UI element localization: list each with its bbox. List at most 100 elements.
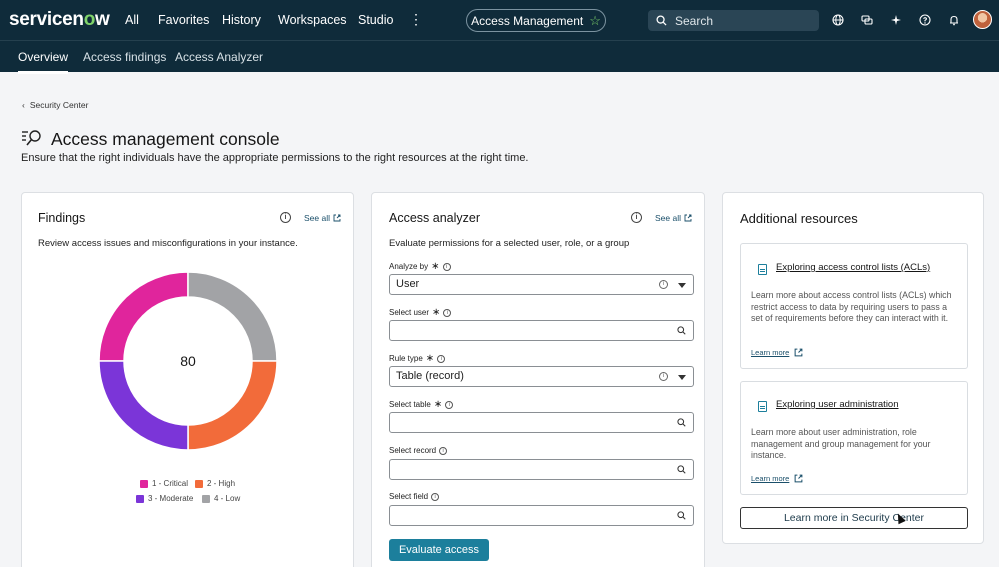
select-table-label-text: Select table	[389, 400, 431, 409]
info-icon[interactable]: i	[442, 262, 451, 271]
rule-type-select[interactable]: Table (record) i	[389, 366, 694, 387]
donut-center-total: 80	[180, 353, 196, 369]
global-search[interactable]: Search	[648, 10, 819, 31]
legend-item-moderate[interactable]: 3 - Moderate	[136, 494, 193, 503]
rule-type-label-text: Rule type	[389, 354, 423, 363]
info-icon[interactable]: i	[659, 280, 668, 289]
analyzer-see-all-link[interactable]: See all	[655, 213, 692, 223]
tab-access-analyzer[interactable]: Access Analyzer	[175, 50, 263, 64]
legend-item-high[interactable]: 2 - High	[195, 479, 235, 488]
analyze-by-select[interactable]: User i	[389, 274, 694, 295]
app-scope-label: Access Management	[471, 13, 584, 28]
app-scope-pill[interactable]: Access Management ☆	[466, 9, 606, 32]
breadcrumb[interactable]: ‹ Security Center	[22, 100, 88, 110]
page-subtitle: Ensure that the right individuals have t…	[21, 152, 529, 164]
learn-more-link-acl[interactable]: Learn more	[751, 348, 803, 357]
search-placeholder: Search	[675, 13, 714, 28]
search-icon[interactable]	[677, 418, 686, 427]
donut-slice-1-critical[interactable]	[98, 271, 189, 362]
legend-label-high: 2 - High	[207, 479, 236, 488]
findings-see-all-link[interactable]: See all	[304, 213, 341, 223]
chat-icon[interactable]	[859, 12, 875, 28]
analyze-by-value: User	[396, 278, 420, 290]
select-record-label-text: Select record	[389, 446, 437, 455]
donut-slice-2-high[interactable]	[187, 360, 278, 451]
findings-title: Findings	[38, 211, 86, 225]
chevron-down-icon	[678, 375, 686, 380]
help-icon[interactable]	[917, 12, 933, 28]
learn-more-link-user-admin[interactable]: Learn more	[751, 474, 803, 483]
top-navigation: servicenow All Favorites History Workspa…	[0, 0, 999, 40]
nav-all[interactable]: All	[125, 13, 139, 27]
resources-title: Additional resources	[740, 211, 858, 226]
legend-swatch-moderate	[136, 494, 144, 503]
rule-type-label: Rule type ∗ i	[389, 353, 446, 364]
legend-swatch-low	[202, 494, 210, 503]
select-field-input[interactable]	[389, 505, 694, 526]
search-icon	[656, 15, 667, 26]
select-record-label: Select record i	[389, 446, 448, 455]
evaluate-access-button[interactable]: Evaluate access	[389, 539, 489, 561]
info-icon[interactable]: i	[443, 308, 452, 317]
search-icon[interactable]	[677, 326, 686, 335]
document-icon	[758, 401, 767, 412]
info-icon[interactable]: i	[280, 212, 291, 223]
breadcrumb-label: Security Center	[29, 100, 89, 110]
tab-overview[interactable]: Overview	[18, 50, 69, 74]
sparkle-icon[interactable]	[888, 12, 904, 28]
select-table-label: Select table ∗ i	[389, 399, 454, 410]
external-link-icon	[794, 348, 803, 357]
more-menu-icon[interactable]: ⋮	[409, 11, 423, 28]
select-user-label: Select user ∗ i	[389, 307, 452, 318]
chevron-down-icon	[678, 283, 686, 288]
learn-more-security-center-button[interactable]: Learn more in Security Center	[740, 507, 968, 529]
resource-link-user-admin[interactable]: Exploring user administration	[776, 399, 899, 410]
findings-description: Review access issues and misconfiguratio…	[38, 238, 298, 249]
legend-label-moderate: 3 - Moderate	[148, 494, 194, 503]
nav-favorites[interactable]: Favorites	[158, 13, 209, 27]
info-icon[interactable]: i	[445, 400, 454, 409]
globe-icon[interactable]	[830, 12, 846, 28]
info-icon[interactable]: i	[437, 354, 446, 363]
search-icon[interactable]	[677, 511, 686, 520]
legend-label-critical: 1 - Critical	[152, 479, 189, 488]
external-link-icon	[684, 214, 692, 222]
additional-resources-card: Additional resources Exploring access co…	[722, 192, 984, 544]
rule-type-value: Table (record)	[396, 370, 464, 382]
select-record-input[interactable]	[389, 459, 694, 480]
findings-donut-chart[interactable]: 80	[98, 271, 278, 451]
required-icon: ∗	[425, 353, 435, 364]
search-icon[interactable]	[677, 465, 686, 474]
donut-slice-3-moderate[interactable]	[98, 360, 189, 451]
resource-link-acl[interactable]: Exploring access control lists (ACLs)	[776, 262, 930, 273]
findings-card: Findings i See all Review access issues …	[21, 192, 354, 567]
logo-text-tail: w	[95, 9, 110, 30]
info-icon[interactable]: i	[631, 212, 642, 223]
logo-text: servicen	[9, 9, 84, 30]
sub-navigation: Overview Access findings Access Analyzer	[0, 40, 999, 74]
donut-slice-4-low[interactable]	[187, 271, 278, 362]
bell-icon[interactable]	[946, 12, 962, 28]
legend-item-critical[interactable]: 1 - Critical	[140, 479, 188, 488]
chevron-left-icon: ‹	[22, 100, 25, 110]
resource-text-user-admin: Learn more about user administration, ro…	[751, 427, 931, 460]
servicenow-logo[interactable]: servicenow	[9, 9, 110, 31]
see-all-label: See all	[304, 213, 330, 223]
nav-history[interactable]: History	[222, 13, 261, 27]
info-icon[interactable]: i	[431, 492, 440, 501]
star-icon[interactable]: ☆	[589, 13, 601, 29]
learn-more-label: Learn more	[751, 348, 790, 357]
tab-access-findings[interactable]: Access findings	[83, 50, 166, 64]
info-icon[interactable]: i	[439, 446, 448, 455]
select-table-input[interactable]	[389, 412, 694, 433]
select-field-label: Select field i	[389, 492, 440, 501]
nav-studio[interactable]: Studio	[358, 13, 393, 27]
info-icon[interactable]: i	[659, 372, 668, 381]
analyze-by-label: Analyze by ∗ i	[389, 261, 451, 272]
learn-more-label: Learn more	[751, 474, 790, 483]
legend-item-low[interactable]: 4 - Low	[202, 494, 240, 503]
external-link-icon	[333, 214, 341, 222]
nav-workspaces[interactable]: Workspaces	[278, 13, 347, 27]
user-avatar[interactable]	[973, 10, 992, 29]
select-user-input[interactable]	[389, 320, 694, 341]
